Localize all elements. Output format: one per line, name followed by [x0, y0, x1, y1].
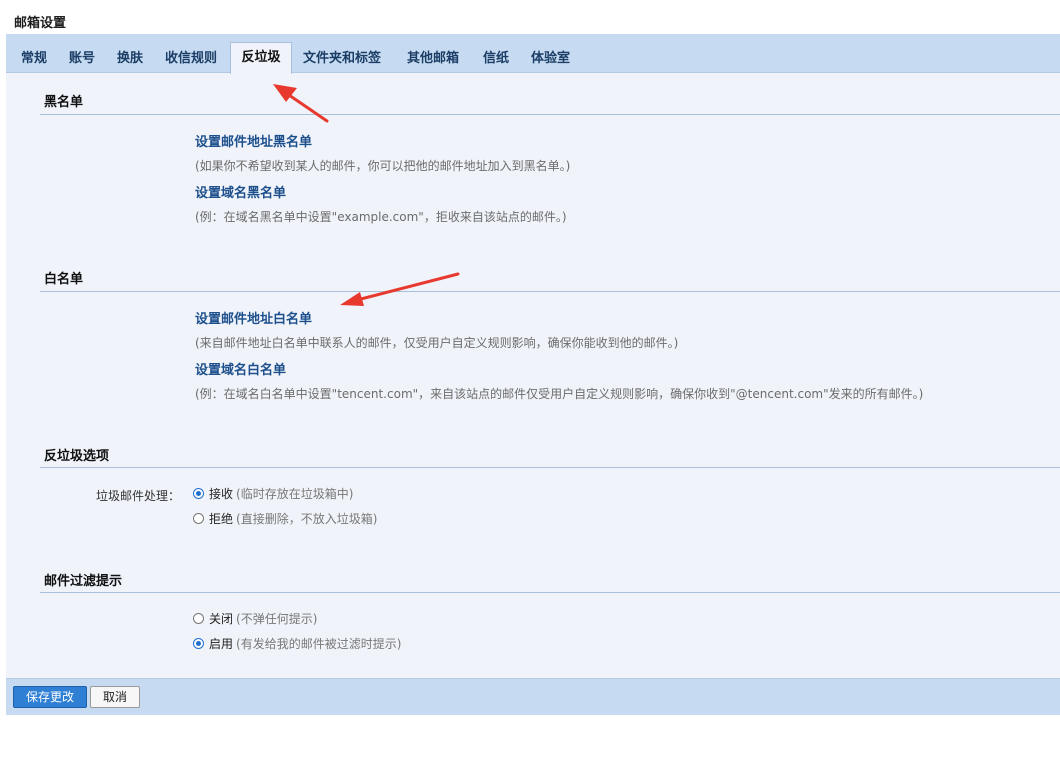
cancel-button[interactable]: 取消: [90, 686, 140, 708]
domain-whitelist-hint: (例：在域名白名单中设置"tencent.com"，来自该站点的邮件仅受用户自定…: [195, 387, 924, 401]
blacklist-heading: 黑名单: [44, 95, 84, 110]
blacklist-divider: [40, 114, 1060, 115]
domain-blacklist-hint: (例：在域名黑名单中设置"example.com"，拒收来自该站点的邮件。): [195, 210, 567, 224]
spam-accept-label: 接收: [209, 486, 234, 501]
settings-footer: 保存更改 取消: [6, 678, 1060, 715]
save-button[interactable]: 保存更改: [13, 686, 87, 708]
tab-folders-labels[interactable]: 文件夹和标签: [303, 42, 381, 72]
spam-reject-label: 拒绝: [209, 511, 234, 526]
whitelist-heading: 白名单: [44, 272, 84, 287]
address-whitelist-hint: (来自邮件地址白名单中联系人的邮件，仅受用户自定义规则影响，确保你能收到他的邮件…: [195, 336, 679, 350]
domain-blacklist-link[interactable]: 设置域名黑名单: [195, 182, 286, 201]
settings-panel: 常规 账号 换肤 收信规则 反垃圾 文件夹和标签 其他邮箱 信纸 体验室 黑名单…: [6, 34, 1060, 715]
tab-other-mailboxes[interactable]: 其他邮箱: [407, 42, 459, 72]
tab-account[interactable]: 账号: [69, 42, 95, 72]
tab-antispam[interactable]: 反垃圾: [230, 42, 292, 74]
filter-hint-off-label: 关闭: [209, 611, 234, 626]
tab-labs[interactable]: 体验室: [531, 42, 570, 72]
tab-skin[interactable]: 换肤: [117, 42, 143, 72]
spam-reject-radio[interactable]: [193, 512, 204, 524]
filter-hint-on-note: (有发给我的邮件被过滤时提示): [236, 636, 402, 651]
filter-hint-off-radio[interactable]: [193, 612, 204, 624]
spam-reject-option[interactable]: 拒绝 (直接删除，不放入垃圾箱): [193, 510, 377, 526]
filter-hint-off-option[interactable]: 关闭 (不弹任何提示): [193, 610, 317, 626]
domain-whitelist-link[interactable]: 设置域名白名单: [195, 359, 286, 378]
address-whitelist-link[interactable]: 设置邮件地址白名单: [195, 308, 312, 327]
antispam-options-heading: 反垃圾选项: [44, 449, 110, 464]
filter-hint-on-label: 启用: [209, 636, 234, 651]
spam-accept-radio[interactable]: [193, 487, 204, 499]
tab-receive-rules[interactable]: 收信规则: [165, 42, 217, 72]
tab-general[interactable]: 常规: [21, 42, 47, 72]
filter-hint-on-option[interactable]: 启用 (有发给我的邮件被过滤时提示): [193, 635, 401, 651]
tab-stationery[interactable]: 信纸: [483, 42, 509, 72]
settings-tabbar: 常规 账号 换肤 收信规则 反垃圾 文件夹和标签 其他邮箱 信纸 体验室: [6, 34, 1060, 74]
spam-handling-label: 垃圾邮件处理：: [96, 489, 181, 503]
spam-accept-option[interactable]: 接收 (临时存放在垃圾箱中): [193, 485, 353, 501]
spam-accept-note: (临时存放在垃圾箱中): [236, 486, 354, 501]
antispam-divider: [40, 467, 1060, 468]
filter-hint-on-radio[interactable]: [193, 637, 204, 649]
filter-hint-off-note: (不弹任何提示): [236, 611, 318, 626]
spam-reject-note: (直接删除，不放入垃圾箱): [236, 511, 378, 526]
address-blacklist-hint: (如果你不希望收到某人的邮件，你可以把他的邮件地址加入到黑名单。): [195, 159, 571, 173]
address-blacklist-link[interactable]: 设置邮件地址黑名单: [195, 131, 312, 150]
whitelist-divider: [40, 291, 1060, 292]
page-title: 邮箱设置: [14, 16, 67, 31]
filter-hint-heading: 邮件过滤提示: [44, 574, 123, 589]
filter-hint-divider: [40, 592, 1060, 593]
